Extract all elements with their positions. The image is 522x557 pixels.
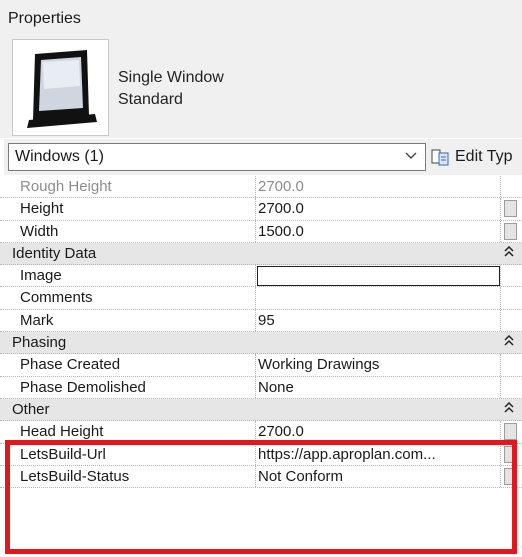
edit-type-button[interactable]: Edit Typ bbox=[431, 143, 513, 171]
type-variant: Standard bbox=[118, 91, 183, 108]
property-label: Image bbox=[20, 267, 62, 285]
column-divider bbox=[500, 465, 501, 488]
property-value[interactable]: 95 bbox=[258, 310, 275, 332]
group-label: Other bbox=[12, 400, 50, 418]
column-divider bbox=[500, 198, 501, 220]
edit-type-label: Edit Typ bbox=[455, 148, 513, 165]
column-divider bbox=[500, 421, 501, 443]
column-divider bbox=[255, 220, 256, 242]
column-divider bbox=[500, 309, 501, 332]
property-label: Height bbox=[20, 200, 64, 218]
property-value[interactable]: https://app.aproplan.com... bbox=[258, 444, 436, 466]
type-selector-bar: Windows (1) Edit Typ bbox=[4, 139, 522, 175]
column-divider bbox=[500, 265, 501, 287]
associate-parameter-button[interactable] bbox=[504, 445, 517, 463]
column-divider bbox=[255, 421, 256, 443]
column-divider bbox=[255, 443, 256, 465]
property-value[interactable]: None bbox=[258, 377, 294, 399]
panel-title: Properties bbox=[8, 10, 81, 27]
column-divider bbox=[500, 376, 501, 398]
group-label: Phasing bbox=[12, 334, 67, 352]
property-label: Rough Height bbox=[20, 178, 112, 195]
column-divider bbox=[255, 176, 256, 198]
column-divider bbox=[500, 220, 501, 242]
column-divider bbox=[500, 287, 501, 309]
column-divider bbox=[255, 465, 256, 488]
column-divider bbox=[255, 265, 256, 287]
properties-grid: Rough Height 2700.0 Height 2700.0 Width 1500.… bbox=[0, 176, 522, 489]
property-label: Phase Created bbox=[20, 356, 121, 374]
chevron-down-icon bbox=[405, 152, 417, 159]
type-family: Single Window bbox=[118, 69, 224, 86]
column-divider bbox=[255, 354, 256, 376]
property-row-rough-height: Rough Height 2700.0 bbox=[0, 176, 522, 199]
type-name: Single Window Standard bbox=[118, 67, 224, 111]
group-header-other[interactable]: Other bbox=[0, 398, 522, 422]
group-label: Identity Data bbox=[12, 244, 97, 262]
property-label: Mark bbox=[20, 311, 54, 329]
window-thumbnail bbox=[12, 39, 109, 136]
associate-parameter-button[interactable] bbox=[504, 200, 517, 218]
collapse-icon[interactable] bbox=[504, 335, 514, 350]
group-header-identity-data[interactable]: Identity Data bbox=[0, 242, 522, 266]
property-row-letsbuild-url: LetsBuild-Url https://app.aproplan.com... bbox=[0, 443, 522, 466]
property-row-phase-demolished: Phase Demolished None bbox=[0, 376, 522, 399]
associate-parameter-button[interactable] bbox=[504, 222, 517, 240]
property-value[interactable]: Working Drawings bbox=[258, 354, 379, 376]
property-row-letsbuild-status: LetsBuild-Status Not Conform bbox=[0, 465, 522, 489]
column-divider bbox=[500, 354, 501, 376]
edit-type-icon bbox=[431, 149, 449, 166]
column-divider bbox=[255, 287, 256, 309]
property-row-phase-created: Phase Created Working Drawings bbox=[0, 354, 522, 377]
column-divider bbox=[255, 309, 256, 332]
property-row-width: Width 1500.0 bbox=[0, 220, 522, 243]
property-label: LetsBuild-Url bbox=[20, 445, 106, 463]
property-label: Head Height bbox=[20, 423, 104, 441]
property-label: Comments bbox=[20, 289, 93, 307]
column-divider bbox=[255, 198, 256, 220]
property-value[interactable]: 1500.0 bbox=[258, 221, 304, 243]
property-value-editor[interactable] bbox=[257, 266, 500, 287]
property-label: Width bbox=[20, 222, 59, 240]
properties-titlebar: Properties bbox=[0, 0, 522, 38]
property-value[interactable]: 2700.0 bbox=[258, 421, 304, 443]
property-row-mark: Mark 95 bbox=[0, 309, 522, 333]
property-row-image: Image bbox=[0, 265, 522, 288]
category-dropdown[interactable]: Windows (1) bbox=[8, 143, 426, 171]
category-dropdown-value: Windows (1) bbox=[15, 148, 104, 165]
group-header-phasing[interactable]: Phasing bbox=[0, 332, 522, 355]
window-icon bbox=[27, 50, 97, 128]
column-divider bbox=[500, 443, 501, 465]
column-divider bbox=[500, 176, 501, 198]
associate-parameter-button[interactable] bbox=[504, 467, 517, 485]
property-label: LetsBuild-Status bbox=[20, 467, 130, 485]
property-row-head-height: Head Height 2700.0 bbox=[0, 421, 522, 444]
property-value[interactable]: Not Conform bbox=[258, 466, 343, 488]
property-label: Phase Demolished bbox=[20, 378, 146, 396]
type-preview: Single Window Standard bbox=[0, 37, 522, 138]
collapse-icon[interactable] bbox=[504, 401, 514, 417]
collapse-icon[interactable] bbox=[504, 245, 514, 261]
property-row-comments: Comments bbox=[0, 287, 522, 310]
property-value: 2700.0 bbox=[258, 178, 304, 195]
column-divider bbox=[255, 376, 256, 398]
associate-parameter-button[interactable] bbox=[504, 423, 517, 441]
property-value[interactable]: 2700.0 bbox=[258, 198, 304, 220]
property-row-height: Height 2700.0 bbox=[0, 198, 522, 221]
